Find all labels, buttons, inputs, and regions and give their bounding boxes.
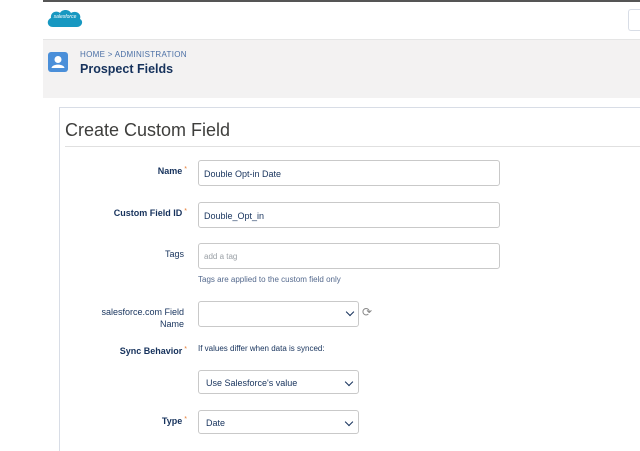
type-label: Type *	[161, 416, 187, 426]
breadcrumb[interactable]: HOME > ADMINISTRATION	[80, 50, 187, 59]
panel-title: Create Custom Field	[65, 120, 231, 140]
top-right-button[interactable]	[628, 9, 640, 31]
sync-behavior-select[interactable]: Use Salesforce's value	[198, 370, 359, 394]
chevron-down-icon	[344, 417, 354, 427]
custom-field-id-label: Custom Field ID *	[113, 208, 187, 218]
create-custom-field-panel: Create Custom Field Name * Double Opt-in …	[59, 107, 640, 451]
tags-input[interactable]: add a tag	[198, 243, 500, 269]
sf-field-name-label: salesforce.com Field Name	[101, 307, 184, 329]
page-header: HOME > ADMINISTRATION Prospect Fields	[43, 39, 640, 98]
sync-behavior-help-text: If values differ when data is synced:	[198, 344, 325, 353]
name-label: Name *	[157, 166, 187, 176]
sync-behavior-label: Sync Behavior *	[119, 346, 187, 356]
required-marker: *	[184, 416, 187, 423]
top-bar: salesforce	[43, 0, 640, 35]
required-marker: *	[184, 346, 187, 353]
tags-help-text: Tags are applied to the custom field onl…	[198, 275, 341, 284]
tags-label: Tags	[164, 249, 184, 259]
contact-icon	[48, 52, 68, 72]
type-select[interactable]: Date	[198, 410, 359, 434]
custom-field-id-input[interactable]: Double_Opt_in	[198, 202, 500, 228]
required-marker: *	[184, 208, 187, 215]
sync-behavior-value: Use Salesforce's value	[206, 378, 298, 388]
chevron-down-icon	[344, 377, 354, 387]
refresh-icon[interactable]: ⟳	[362, 305, 372, 319]
page-title: Prospect Fields	[80, 62, 174, 76]
logo-text: salesforce	[53, 14, 77, 20]
required-marker: *	[184, 166, 187, 173]
name-input[interactable]: Double Opt-in Date	[198, 160, 500, 186]
type-value: Date	[206, 418, 226, 428]
divider	[65, 146, 640, 147]
salesforce-logo[interactable]: salesforce	[45, 7, 85, 31]
sf-field-name-select[interactable]	[198, 301, 359, 327]
